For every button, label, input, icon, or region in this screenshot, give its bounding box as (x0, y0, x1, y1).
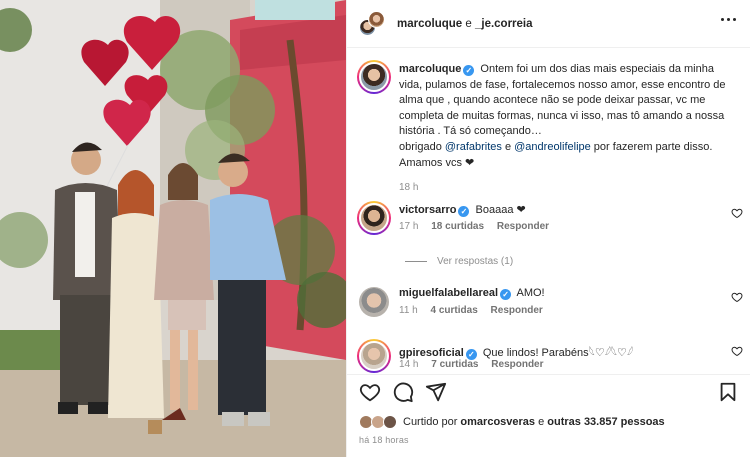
post-panel: marcoluque e _je.correia marcoluque ✓ Ont… (346, 0, 750, 457)
reply-button[interactable]: Responder (491, 359, 543, 370)
comment-meta: 14 h 7 curtidas Responder (399, 359, 554, 370)
commenter-avatar[interactable] (357, 339, 391, 373)
avatar (368, 10, 385, 28)
reply-button[interactable]: Responder (491, 305, 543, 316)
post-time[interactable]: há 18 horas (359, 435, 409, 445)
verified-icon: ✓ (458, 206, 470, 217)
heart-icon[interactable] (731, 207, 743, 219)
comment-text: Que lindos! Parabéns𓆩♡𓆪𓆩♡𓆪 (482, 347, 634, 359)
heart-icon[interactable] (731, 291, 743, 303)
comment-user[interactable]: victorsarro (399, 204, 456, 216)
comment-likes[interactable]: 7 curtidas (431, 359, 478, 370)
comment-body: victorsarro ✓ Boaaaa ❤ (399, 203, 719, 217)
comments-scroll[interactable]: marcoluque ✓ Ontem foi um dos dias mais e… (347, 49, 750, 374)
comment-time[interactable]: 17 h (399, 221, 418, 232)
heart-icon[interactable] (731, 345, 743, 357)
comment-item: gpiresoficial ✓ Que lindos! Parabéns𓆩♡𓆪𓆩♡… (347, 339, 750, 374)
verified-icon: ✓ (500, 289, 512, 300)
heart-icon[interactable] (359, 381, 381, 403)
commenter-avatar[interactable] (359, 287, 389, 317)
view-replies-label: Ver respostas (1) (437, 256, 514, 267)
comment-icon[interactable] (392, 381, 414, 403)
comment-meta: 11 h 4 curtidas Responder (399, 305, 553, 316)
author-avatar[interactable] (357, 60, 391, 94)
action-bar: Curtido por omarcosveras e outras 33.857… (347, 374, 750, 457)
liker-avatars (359, 415, 397, 429)
liked-by-middle: e (535, 416, 548, 428)
comment-user[interactable]: gpiresoficial (399, 347, 464, 359)
comment-meta: 17 h 18 curtidas Responder (399, 221, 559, 232)
comment-text: AMO! (516, 287, 545, 299)
more-icon[interactable] (721, 18, 737, 30)
instagram-post: marcoluque e _je.correia marcoluque ✓ Ont… (0, 0, 750, 457)
author-link[interactable]: marcoluque (397, 18, 462, 30)
share-icon[interactable] (425, 381, 447, 403)
likes-count-link[interactable]: outras 33.857 pessoas (547, 416, 664, 428)
verified-icon: ✓ (463, 65, 475, 76)
caption-time[interactable]: 18 h (399, 180, 739, 196)
mention-link[interactable]: @rafabrites (445, 141, 502, 153)
view-replies-button[interactable]: Ver respostas (1) (405, 256, 513, 267)
post-caption: marcoluque ✓ Ontem foi um dos dias mais e… (399, 62, 739, 196)
liked-by-prefix: Curtido por (403, 416, 458, 428)
caption-author[interactable]: marcoluque (399, 63, 461, 75)
comment-body: miguelfalabellareal ✓ AMO! (399, 287, 719, 300)
liked-by: Curtido por omarcosveras e outras 33.857… (359, 415, 665, 429)
caption-signoff: Amamos vcs ❤ (399, 156, 475, 169)
liked-by-user[interactable]: omarcosveras (460, 416, 535, 428)
comment-user[interactable]: miguelfalabellareal (399, 287, 498, 299)
post-photo[interactable] (0, 0, 346, 457)
collab-avatars[interactable] (359, 10, 385, 37)
comment-likes[interactable]: 18 curtidas (431, 221, 484, 232)
comment-text: Boaaaa ❤ (475, 204, 526, 216)
replies-divider (405, 261, 427, 262)
reply-button[interactable]: Responder (497, 221, 549, 232)
caption-thanks-a: obrigado (399, 140, 445, 153)
coauthor-link[interactable]: _je.correia (475, 18, 533, 30)
comment-item: miguelfalabellareal ✓ AMO! 11 h 4 curtida… (347, 285, 750, 327)
comment-body: gpiresoficial ✓ Que lindos! Parabéns𓆩♡𓆪𓆩♡… (399, 341, 719, 360)
caption-thanks-b: e (501, 140, 515, 153)
save-icon[interactable] (717, 381, 739, 403)
post-header: marcoluque e _je.correia (347, 0, 750, 48)
caption-thanks-c: por fazerem parte disso. (590, 140, 713, 153)
collab-authors: marcoluque e _je.correia (397, 18, 533, 30)
mention-link[interactable]: @andreolifelipe (514, 141, 591, 153)
comment-likes[interactable]: 4 curtidas (431, 305, 478, 316)
comment-item: victorsarro ✓ Boaaaa ❤ 17 h 18 curtidas R… (347, 201, 750, 243)
comment-time[interactable]: 14 h (399, 359, 418, 370)
commenter-avatar[interactable] (357, 201, 391, 235)
author-connector: e (462, 17, 475, 30)
comment-time[interactable]: 11 h (399, 305, 418, 316)
